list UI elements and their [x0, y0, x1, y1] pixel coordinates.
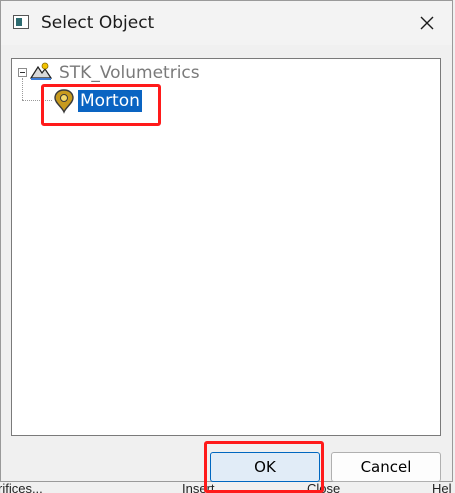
collapse-toggle[interactable]	[18, 68, 27, 77]
window-app-icon	[13, 15, 29, 29]
place-pin-icon	[54, 89, 74, 114]
tree-root-label[interactable]: STK_Volumetrics	[59, 63, 200, 83]
scenario-icon	[30, 62, 52, 80]
title-bar: Select Object	[1, 1, 452, 45]
object-tree[interactable]: STK_Volumetrics Morton	[11, 58, 441, 436]
background-toolbar-item: Close	[307, 481, 341, 493]
dialog-title: Select Object	[41, 13, 155, 33]
background-toolbar-item: Insert...	[182, 481, 226, 493]
close-button[interactable]	[407, 7, 447, 39]
cancel-button[interactable]: Cancel	[331, 452, 441, 482]
ok-button[interactable]: OK	[210, 452, 320, 482]
tree-connector	[22, 100, 52, 101]
background-toolbar-item: Hel	[432, 481, 452, 493]
close-icon	[420, 16, 434, 30]
background-toolbar-item: rifices...	[0, 481, 43, 493]
tree-connector	[22, 78, 23, 100]
select-object-dialog: Select Object STK_Volumetrics Morton OK …	[0, 0, 453, 493]
tree-item-morton[interactable]: Morton	[78, 90, 142, 112]
